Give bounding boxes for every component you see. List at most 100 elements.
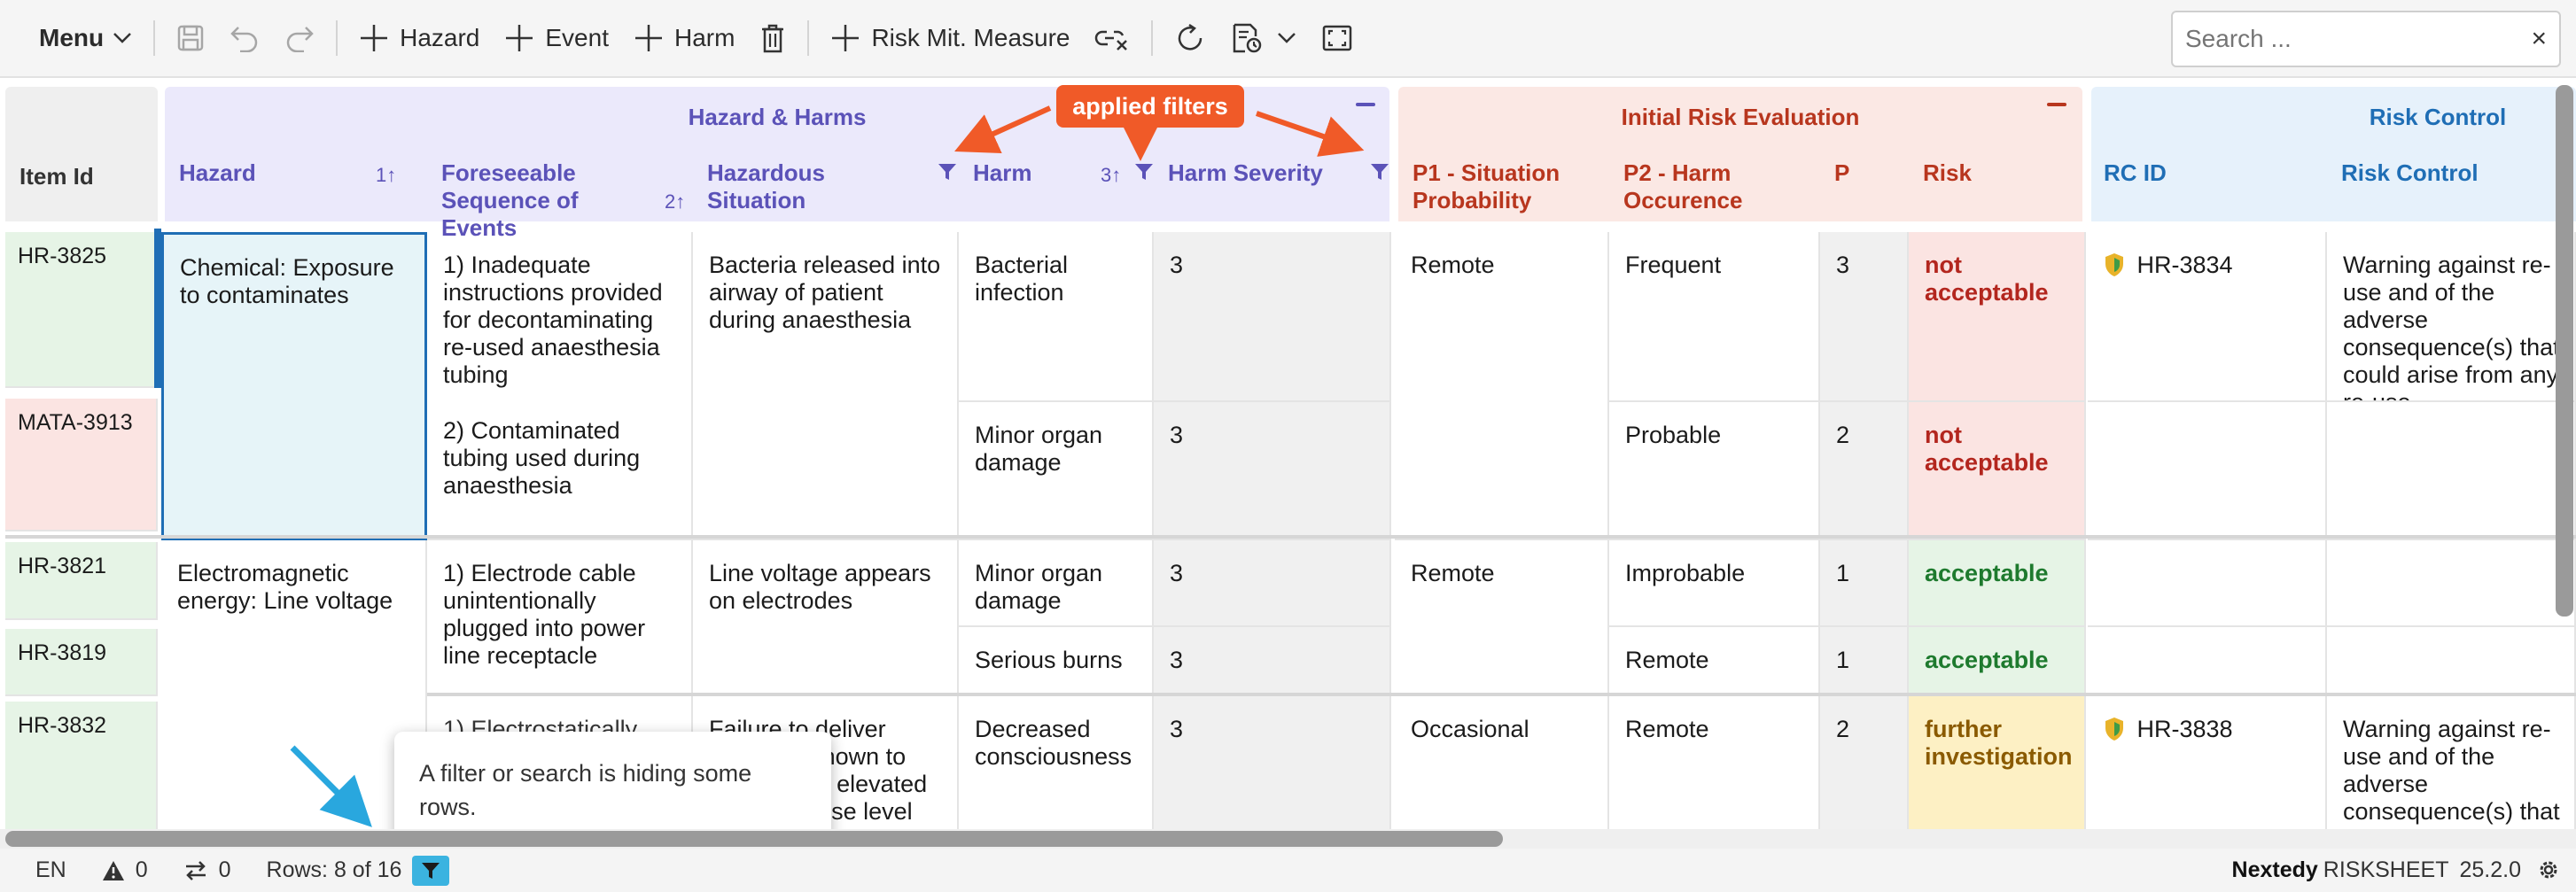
harm-severity-cell[interactable]: 3 xyxy=(1154,627,1391,696)
redo-button[interactable] xyxy=(272,12,327,65)
item-id-cell[interactable]: HR-3821 xyxy=(5,542,158,620)
add-hazard-button[interactable]: Hazard xyxy=(346,12,492,65)
clear-search-icon[interactable]: × xyxy=(2531,24,2547,54)
p1-cell[interactable]: Occasional xyxy=(1395,696,1609,833)
p1-cell[interactable]: Remote xyxy=(1395,540,1609,696)
undo-button[interactable] xyxy=(217,12,272,65)
p-cell[interactable]: 1 xyxy=(1820,627,1909,696)
horizontal-scroll-thumb[interactable] xyxy=(5,831,1503,847)
item-id-cell[interactable]: HR-3825 xyxy=(5,232,158,388)
risk-control-cell[interactable]: Warning against re-use and of the advers… xyxy=(2327,232,2576,402)
item-id-cell[interactable]: HR-3832 xyxy=(5,702,158,833)
add-event-button[interactable]: Event xyxy=(492,12,621,65)
delete-button[interactable] xyxy=(747,12,798,65)
risk-cell[interactable]: acceptable xyxy=(1909,627,2086,696)
p2-cell[interactable]: Remote xyxy=(1609,627,1820,696)
links-indicator[interactable]: 0 xyxy=(183,857,231,883)
language-indicator[interactable]: EN xyxy=(35,857,66,883)
item-id-value: MATA-3913 xyxy=(18,410,133,435)
report-button[interactable] xyxy=(1218,12,1309,65)
p-cell[interactable]: 2 xyxy=(1820,696,1909,833)
gear-icon[interactable] xyxy=(2537,858,2560,881)
situation-column-header[interactable]: Hazardous Situation xyxy=(693,147,957,221)
situation-cell[interactable]: Bacteria released into airway of patient… xyxy=(693,232,959,540)
p2-cell[interactable]: Probable xyxy=(1609,402,1820,540)
item-id-cell[interactable]: MATA-3913 xyxy=(5,399,158,531)
control-group-header: Risk Control xyxy=(2369,103,2507,130)
filter-active-badge[interactable] xyxy=(412,855,450,886)
sequence-cell[interactable]: 1) Electrode cable unintentionally plugg… xyxy=(427,540,693,696)
add-harm-button[interactable]: Harm xyxy=(621,12,747,65)
rc-id-cell[interactable]: HR-3834 xyxy=(2088,232,2327,402)
item-id-header[interactable]: Item Id xyxy=(5,87,158,221)
risk-control-column-header[interactable]: Risk Control xyxy=(2327,147,2576,221)
harm-value: Minor organ damage xyxy=(975,560,1103,614)
rc-id-cell[interactable] xyxy=(2088,540,2327,627)
p2-cell[interactable]: Frequent xyxy=(1609,232,1820,402)
rc-id-cell[interactable]: HR-3838 xyxy=(2088,696,2327,833)
hazard-cell-selected[interactable]: Chemical: Exposure to contaminates xyxy=(161,232,427,540)
fullscreen-button[interactable] xyxy=(1309,12,1366,65)
p2-column-label: P2 - Harm Occurence xyxy=(1623,159,1743,213)
risk-control-cell[interactable] xyxy=(2327,402,2576,540)
search-input[interactable] xyxy=(2185,25,2532,53)
situation-cell[interactable]: Line voltage appears on electrodes xyxy=(693,540,959,696)
save-icon xyxy=(177,25,204,51)
refresh-button[interactable] xyxy=(1162,12,1218,65)
harm-value: Bacterial infection xyxy=(975,252,1069,306)
p-column-header[interactable]: P xyxy=(1820,147,1907,221)
menu-button[interactable]: Menu xyxy=(27,12,144,65)
harm-severity-cell[interactable]: 3 xyxy=(1154,232,1391,402)
unlink-button[interactable] xyxy=(1082,12,1142,65)
risk-cell[interactable]: not acceptable xyxy=(1909,232,2086,402)
rc-id-link[interactable]: HR-3834 xyxy=(2137,252,2233,278)
harm-cell[interactable]: Minor organ damage xyxy=(959,402,1154,540)
harm-severity-column-header[interactable]: Harm Severity xyxy=(1154,147,1389,221)
p-cell[interactable]: 1 xyxy=(1820,540,1909,627)
p1-cell[interactable]: Remote xyxy=(1395,232,1609,540)
p1-column-header[interactable]: P1 - Situation Probability xyxy=(1398,147,1607,221)
hazard-cell[interactable]: Electromagnetic energy: Line voltage xyxy=(161,540,427,833)
risk-cell[interactable]: not acceptable xyxy=(1909,402,2086,540)
risk-cell[interactable]: further investigation xyxy=(1909,696,2086,833)
harm-cell[interactable]: Serious burns xyxy=(959,627,1154,696)
collapse-initial-group-icon[interactable] xyxy=(2047,103,2066,106)
p1-column-label: P1 - Situation Probability xyxy=(1413,159,1560,213)
item-id-cell[interactable]: HR-3819 xyxy=(5,629,158,696)
warnings-indicator[interactable]: 0 xyxy=(102,857,148,883)
p2-column-header[interactable]: P2 - Harm Occurence xyxy=(1609,147,1818,221)
risk-cell[interactable]: acceptable xyxy=(1909,540,2086,627)
row-group-divider xyxy=(5,535,2576,539)
hazard-column-header[interactable]: Hazard 1↑ xyxy=(165,147,425,221)
p-cell[interactable]: 2 xyxy=(1820,402,1909,540)
search-box[interactable]: × xyxy=(2171,11,2561,67)
sequence-column-header[interactable]: Foreseeable Sequence of Events 2↑ xyxy=(427,147,691,241)
harm-column-header[interactable]: Harm 3↑ xyxy=(959,147,1153,221)
harm-severity-cell[interactable]: 3 xyxy=(1154,402,1391,540)
harm-cell[interactable]: Decreased consciousness xyxy=(959,696,1154,833)
rc-id-cell[interactable] xyxy=(2088,627,2327,696)
p-value: 1 xyxy=(1836,647,1850,673)
save-button[interactable] xyxy=(164,12,217,65)
risk-column-header[interactable]: Risk xyxy=(1909,147,2082,221)
rc-id-link[interactable]: HR-3838 xyxy=(2137,716,2233,742)
p2-cell[interactable]: Improbable xyxy=(1609,540,1820,627)
harm-cell[interactable]: Bacterial infection xyxy=(959,232,1154,402)
rc-id-cell[interactable] xyxy=(2088,402,2327,540)
harm-cell[interactable]: Minor organ damage xyxy=(959,540,1154,627)
harm-severity-cell[interactable]: 3 xyxy=(1154,540,1391,627)
p2-cell[interactable]: Remote xyxy=(1609,696,1820,833)
risk-control-cell[interactable]: Warning against re-use and of the advers… xyxy=(2327,696,2576,833)
rc-id-column-header[interactable]: RC ID xyxy=(2091,147,2325,221)
redo-icon xyxy=(286,27,314,52)
p-cell[interactable]: 3 xyxy=(1820,232,1909,402)
risk-control-cell[interactable] xyxy=(2327,540,2576,627)
sequence-cell[interactable]: 1) Inadequate instructions provided for … xyxy=(427,232,693,540)
add-risk-measure-button[interactable]: Risk Mit. Measure xyxy=(818,12,1082,65)
risk-control-cell[interactable] xyxy=(2327,627,2576,696)
harm-severity-cell[interactable]: 3 xyxy=(1154,696,1391,833)
vertical-scroll-thumb[interactable] xyxy=(2556,85,2573,617)
collapse-hazard-group-icon[interactable] xyxy=(1356,103,1375,106)
horizontal-scrollbar[interactable] xyxy=(0,829,2576,849)
situation-value: Line voltage appears on electrodes xyxy=(709,560,931,614)
